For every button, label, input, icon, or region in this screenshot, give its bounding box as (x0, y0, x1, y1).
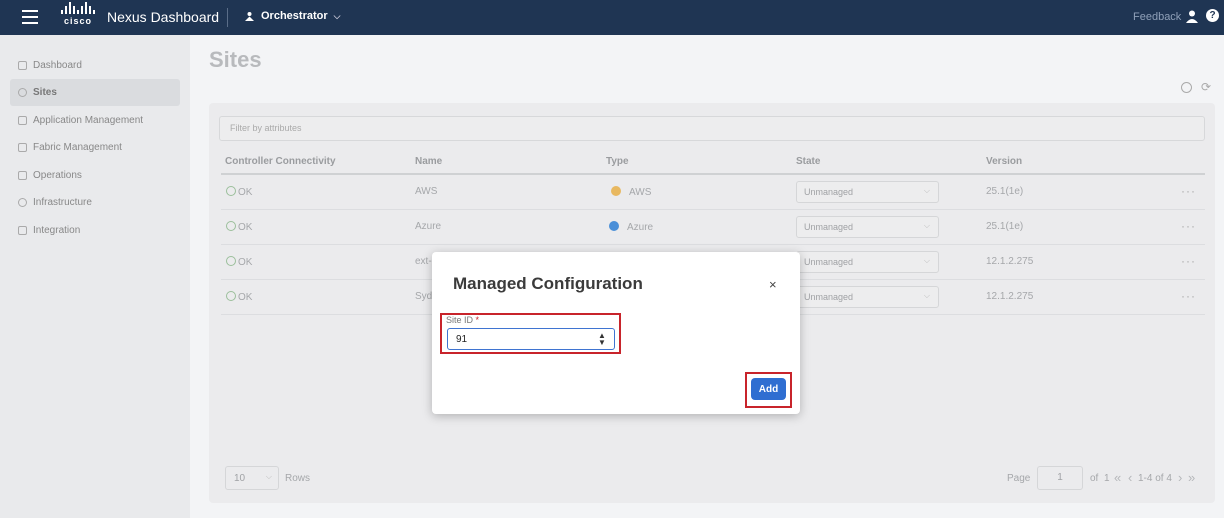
sidebar-item-fabric-management[interactable]: Fabric Management (10, 134, 180, 161)
version-cell: 25.1(1e) (986, 186, 1024, 197)
last-page-icon[interactable]: » (1188, 470, 1195, 485)
column-header[interactable]: Version (986, 156, 1022, 167)
site-id-input[interactable] (447, 328, 615, 350)
sidebar-item-label: Integration (33, 225, 81, 236)
sidebar-item-label: Fabric Management (33, 142, 122, 153)
sidebar-item-label: Sites (33, 87, 57, 98)
column-header[interactable]: Type (606, 156, 629, 167)
globe-icon (18, 88, 27, 97)
required-mark: * (475, 315, 480, 325)
version-cell: 12.1.2.275 (986, 291, 1034, 302)
more-actions-icon[interactable]: ··· (1181, 254, 1196, 268)
connectivity-cell: OK (226, 186, 252, 198)
type-cell: AWS (611, 186, 651, 198)
rows-label: Rows (285, 473, 311, 484)
operations-icon (18, 171, 27, 180)
top-bar: cisco Nexus Dashboard Orchestrator ⌵ Fee… (0, 0, 1224, 35)
filter-input[interactable]: Filter by attributes (219, 116, 1205, 141)
version-cell: 12.1.2.275 (986, 256, 1034, 267)
service-switcher[interactable]: Orchestrator ⌵ (244, 10, 340, 22)
infrastructure-icon (18, 198, 27, 207)
dialog-title: Managed Configuration (453, 274, 643, 293)
chevron-down-icon: ⌵ (333, 10, 341, 21)
site-id-label: Site ID * (446, 315, 480, 325)
connectivity-cell: OK (226, 291, 252, 303)
name-cell: Azure (415, 221, 442, 232)
page-label: Page (1007, 473, 1031, 484)
add-button[interactable]: Add (751, 378, 786, 400)
sidebar-item-label: Operations (33, 170, 82, 181)
sidebar-item-label: Dashboard (33, 60, 82, 71)
version-cell: 25.1(1e) (986, 221, 1024, 232)
more-actions-icon[interactable]: ··· (1181, 219, 1196, 233)
user-icon[interactable] (1186, 10, 1198, 23)
feedback-link[interactable]: Feedback (1133, 11, 1181, 23)
name-cell: Syd (415, 291, 433, 302)
azure-icon (609, 221, 619, 231)
chevron-down-icon: ⌵ (923, 291, 930, 300)
page-input[interactable]: 1 (1037, 466, 1083, 490)
refresh-icon[interactable]: ⟳ (1201, 81, 1211, 93)
state-select[interactable]: Unmanaged ⌵ (796, 286, 939, 308)
aws-icon (611, 186, 621, 196)
hamburger-menu-icon[interactable] (22, 10, 38, 24)
chevron-down-icon: ⌵ (923, 256, 930, 265)
sidebar-item-infrastructure[interactable]: Infrastructure (10, 189, 180, 216)
check-circle-icon (226, 256, 236, 266)
sidebar-item-label: Application Management (33, 115, 144, 126)
orchestrator-icon (245, 11, 254, 21)
sidebar-item-sites[interactable]: Sites (10, 79, 180, 106)
sidebar-item-dashboard[interactable]: Dashboard (10, 52, 180, 79)
connectivity-cell: OK (226, 221, 252, 233)
app-icon (18, 116, 27, 125)
check-circle-icon (226, 291, 236, 301)
type-cell: Azure (609, 221, 653, 233)
state-select[interactable]: Unmanaged ⌵ (796, 251, 939, 273)
header-divider (221, 173, 1205, 175)
divider (227, 8, 228, 27)
sidebar-item-application-management[interactable]: Application Management (10, 107, 180, 134)
state-select[interactable]: Unmanaged ⌵ (796, 216, 939, 238)
more-actions-icon[interactable]: ··· (1181, 289, 1196, 303)
sidebar-item-operations[interactable]: Operations (10, 162, 180, 189)
stepper-icon[interactable]: ▲ ▼ (598, 332, 606, 347)
cisco-logo: cisco (60, 2, 96, 32)
row-divider (221, 209, 1205, 210)
chevron-down-icon: ⌵ (265, 472, 272, 481)
rows-per-page-select[interactable]: 10 ⌵ (225, 466, 279, 490)
first-page-icon[interactable]: « (1114, 470, 1121, 485)
prev-page-icon[interactable]: ‹ (1128, 470, 1132, 485)
help-icon[interactable]: ? (1206, 9, 1219, 22)
state-select[interactable]: Unmanaged ⌵ (796, 181, 939, 203)
name-cell: AWS (415, 186, 438, 197)
app-title: Nexus Dashboard (107, 9, 220, 25)
brand-word: cisco (63, 16, 92, 26)
sidebar-item-label: Infrastructure (33, 197, 92, 208)
dashboard-icon (18, 61, 27, 70)
sidebar-item-integration[interactable]: Integration (10, 217, 180, 244)
column-header[interactable]: Controller Connectivity (225, 156, 336, 167)
page-range: 1-4 of 4 (1138, 473, 1172, 484)
column-header[interactable]: State (796, 156, 820, 167)
page-title: Sites (209, 47, 262, 72)
column-header[interactable]: Name (415, 156, 442, 167)
total-pages: 1 (1104, 473, 1110, 484)
sidebar: Dashboard Sites Application Management F… (0, 35, 190, 518)
chevron-down-icon: ⌵ (923, 186, 930, 195)
row-divider (221, 244, 1205, 245)
connectivity-cell: OK (226, 256, 252, 268)
integration-icon (18, 226, 27, 235)
of-label: of (1090, 473, 1099, 484)
more-actions-icon[interactable]: ··· (1181, 184, 1196, 198)
service-name: Orchestrator (261, 10, 328, 22)
check-circle-icon (226, 221, 236, 231)
name-cell: ext- (415, 256, 432, 267)
history-icon[interactable] (1181, 82, 1192, 93)
next-page-icon[interactable]: › (1178, 470, 1182, 485)
chevron-down-icon: ⌵ (923, 221, 930, 230)
close-icon[interactable]: × (769, 277, 777, 292)
check-circle-icon (226, 186, 236, 196)
fabric-icon (18, 143, 27, 152)
